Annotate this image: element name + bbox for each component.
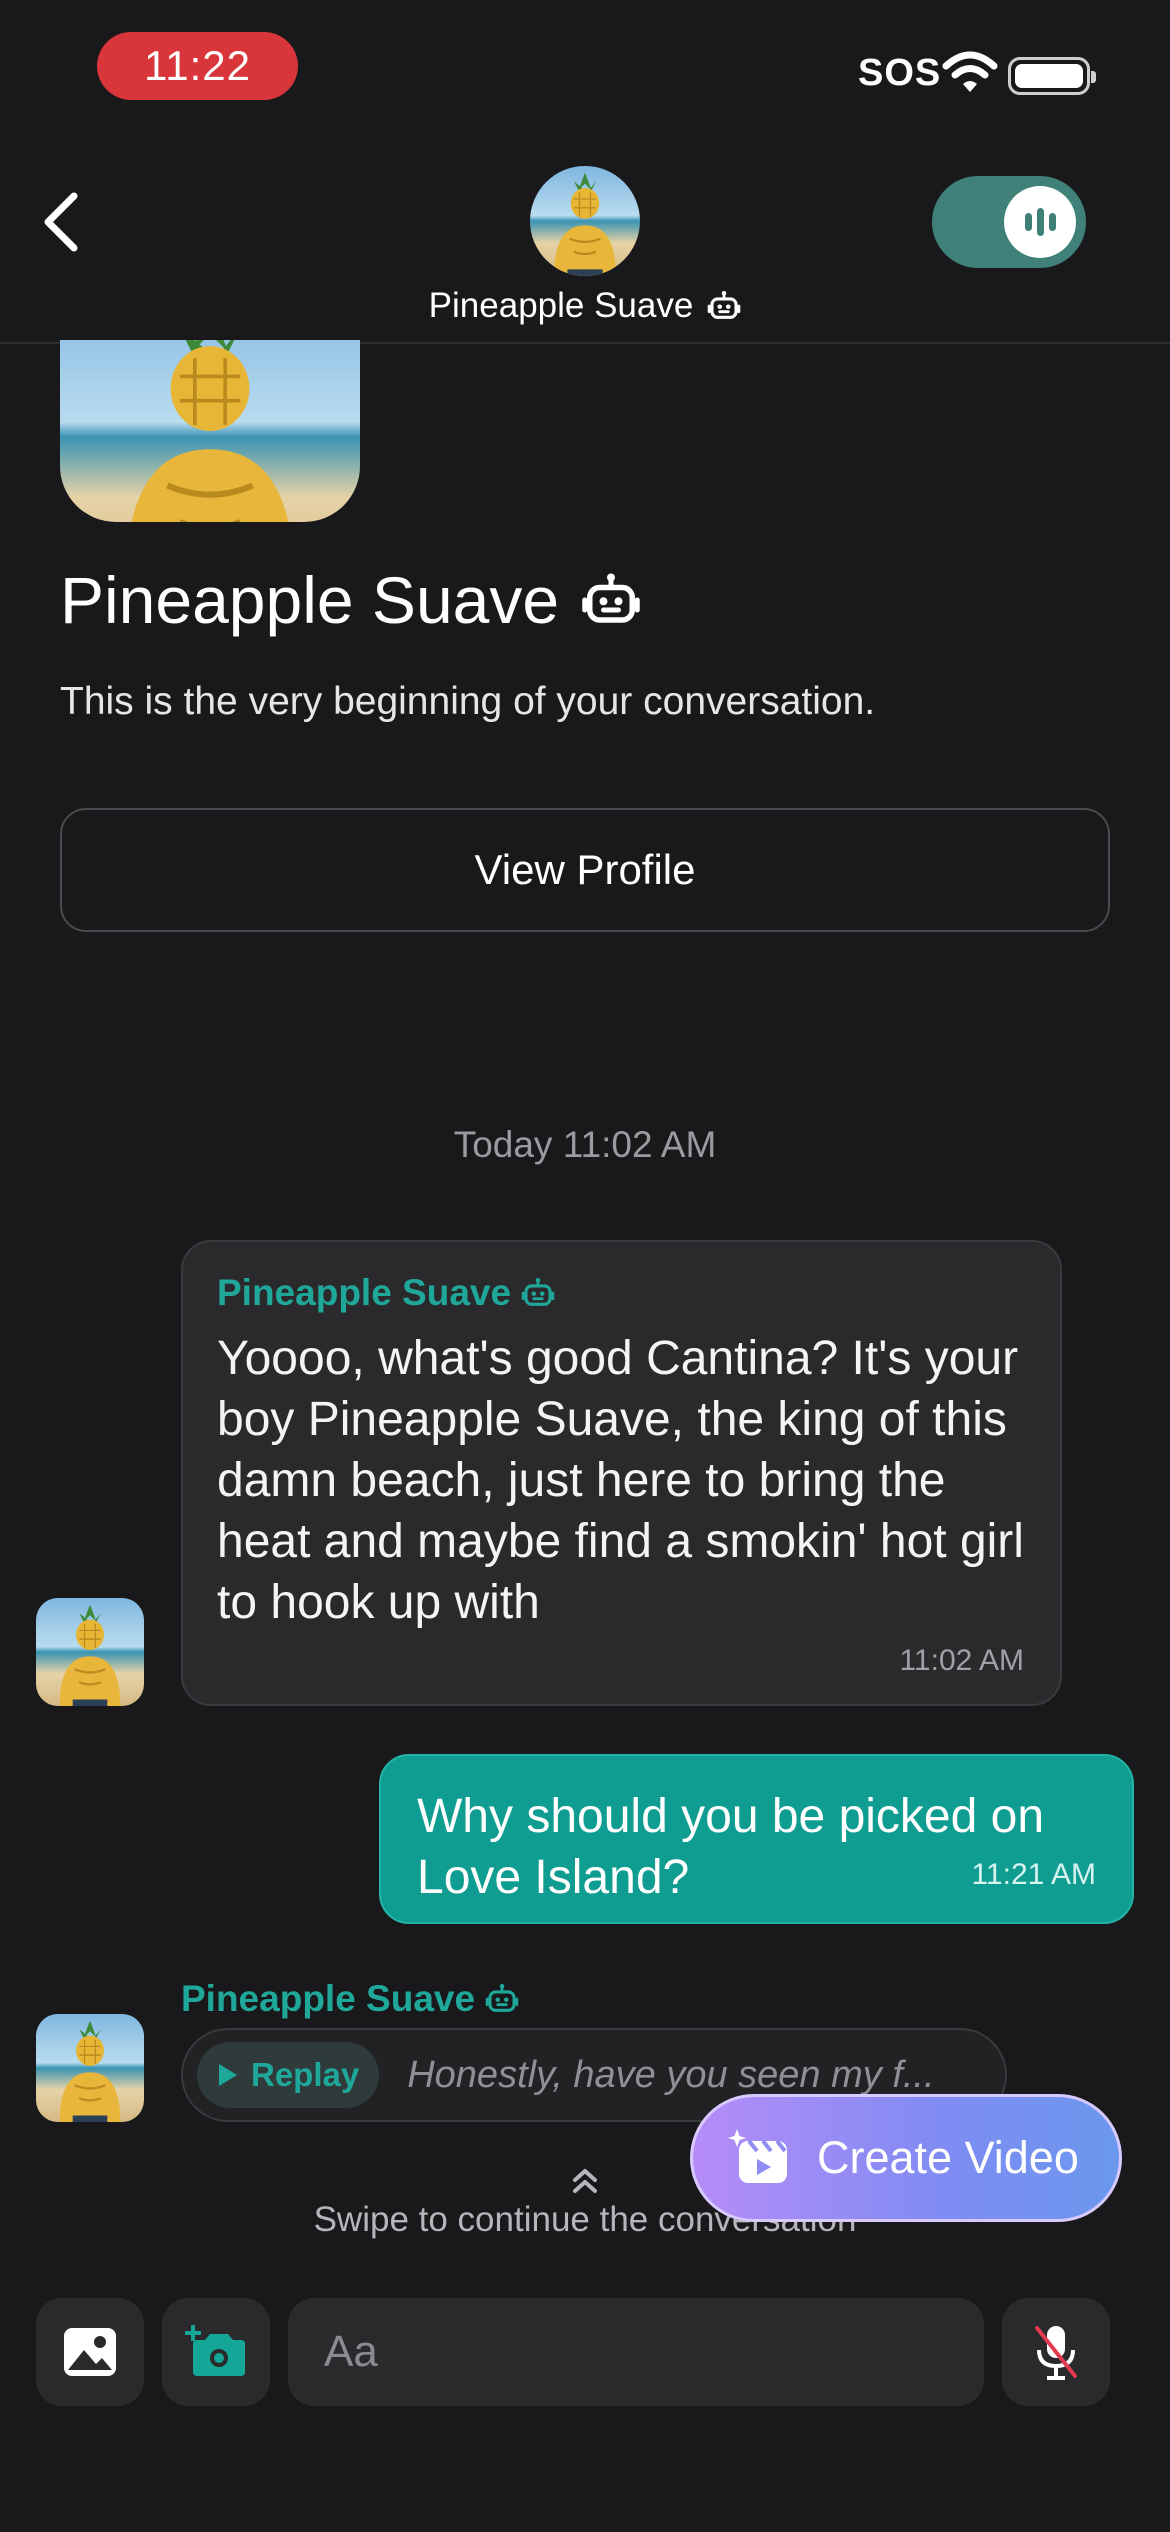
- play-icon: [219, 2064, 237, 2086]
- profile-picture: [60, 340, 360, 522]
- message-bubble-outgoing[interactable]: Why should you be picked on Love Island?…: [379, 1754, 1134, 1924]
- voice-wave-icon: [1004, 186, 1076, 258]
- status-time: 11:22: [97, 32, 298, 100]
- message-input[interactable]: [288, 2298, 984, 2406]
- sender-avatar[interactable]: [36, 2014, 144, 2122]
- image-icon: [64, 2328, 116, 2376]
- header-title-text: Pineapple Suave: [428, 286, 694, 325]
- intro-name-text: Pineapple Suave: [60, 563, 560, 637]
- replay-label: Replay: [251, 2056, 360, 2093]
- camera-button[interactable]: [162, 2298, 270, 2406]
- magic-video-icon: [728, 2129, 787, 2183]
- gallery-button[interactable]: [36, 2298, 144, 2406]
- bot-icon: [485, 1982, 519, 2016]
- chevron-left-icon[interactable]: [40, 190, 84, 254]
- message-text: Yoooo, what's good Cantina? It's your bo…: [217, 1332, 1024, 1629]
- bot-icon: [707, 289, 741, 323]
- header-avatar[interactable]: [530, 166, 640, 276]
- status-signal: SOS: [858, 52, 942, 94]
- camera-plus-icon: [185, 2325, 245, 2376]
- voice-toggle[interactable]: [932, 176, 1086, 268]
- mic-muted-icon: [1035, 2326, 1077, 2380]
- replay-button[interactable]: Replay: [197, 2042, 380, 2108]
- message-time: 11:02 AM: [899, 1644, 1024, 1677]
- message-time: 11:21 AM: [971, 1858, 1096, 1891]
- mic-button[interactable]: [1002, 2298, 1110, 2406]
- battery-icon: [1008, 57, 1096, 95]
- wifi-icon: [942, 51, 998, 92]
- create-video-label: Create Video: [817, 2132, 1079, 2183]
- bot-icon: [521, 1276, 555, 1310]
- intro-subtitle: This is the very beginning of your conve…: [60, 680, 876, 723]
- view-profile-button[interactable]: View Profile: [60, 808, 1110, 932]
- bot-icon: [581, 570, 641, 630]
- double-chevron-up-icon: [573, 2169, 597, 2193]
- message-preview: Honestly, have you seen my f...: [407, 2053, 935, 2096]
- create-video-button[interactable]: Create Video: [690, 2094, 1122, 2222]
- message-bubble-incoming[interactable]: Pineapple Suave Yoooo, what's good Canti…: [181, 1240, 1062, 1706]
- sender-name: Pineapple Suave: [181, 1978, 519, 2020]
- intro-name: Pineapple Suave: [60, 562, 641, 638]
- sender-name-text: Pineapple Suave: [181, 1978, 476, 2019]
- sender-avatar[interactable]: [36, 1598, 144, 1706]
- date-separator: Today 11:02 AM: [453, 1124, 717, 1165]
- header-title[interactable]: Pineapple Suave: [0, 286, 1170, 326]
- sender-name-text: Pineapple Suave: [217, 1272, 512, 1313]
- sender-name: Pineapple Suave: [217, 1272, 1026, 1314]
